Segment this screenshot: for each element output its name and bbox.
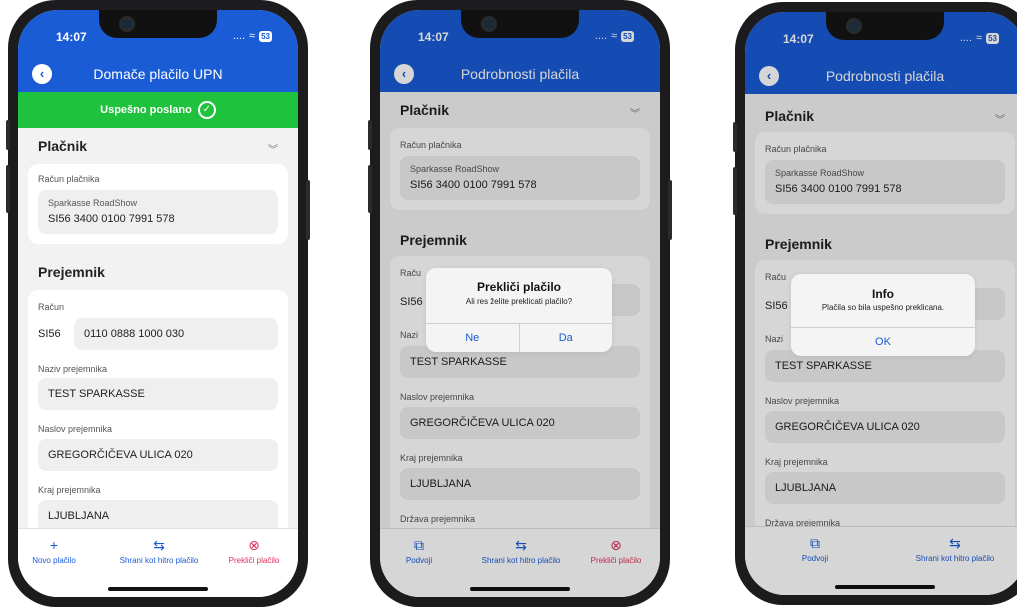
double-chevron-down-icon[interactable]: ︾ xyxy=(268,141,278,156)
cancel-confirm-dialog: Prekliči plačilo Ali res želite preklica… xyxy=(426,268,612,352)
payer-account-field: Sparkasse RoadShow SI56 3400 0100 7991 5… xyxy=(38,190,278,234)
notch xyxy=(826,12,944,40)
recipient-account-field: 0110 0888 1000 030 xyxy=(74,318,278,350)
recipient-name: TEST SPARKASSE xyxy=(48,388,145,400)
recipient-address-label: Naslov prejemnika xyxy=(38,424,113,434)
phone-3: 14:07 .... ≈53 ‹ Podrobnosti plačila Plač… xyxy=(733,2,1017,605)
tab-label: Novo plačilo xyxy=(32,556,76,565)
tab-bar: + Novo plačilo ⇆ Shrani kot hitro plačilo … xyxy=(18,528,298,597)
info-dialog: Info Plačila so bila uspešno preklicana.… xyxy=(791,274,975,356)
swap-arrows-icon: ⇆ xyxy=(153,537,165,553)
dialog-no-button[interactable]: Ne xyxy=(426,324,519,352)
tab-new-payment[interactable]: + Novo plačilo xyxy=(22,537,86,565)
dialog-message: Ali res želite preklicati plačilo? xyxy=(465,297,573,306)
screen-cancel-confirm: 14:07 .... ≈53 ‹ Podrobnosti plačila Plač… xyxy=(380,10,660,597)
notch xyxy=(461,10,579,38)
success-message: Uspešno poslano xyxy=(100,104,192,116)
payer-account-label: Račun plačnika xyxy=(38,174,100,184)
wifi-icon: ≈ xyxy=(249,30,256,42)
nav-bar: ‹ Domače plačilo UPN xyxy=(18,56,298,92)
recipient-account-label: Račun xyxy=(38,302,65,312)
recipient-city-label: Kraj prejemnika xyxy=(38,485,101,495)
recipient-address-field: GREGORČIČEVA ULICA 020 xyxy=(38,439,278,471)
plus-icon: + xyxy=(49,537,59,553)
recipient-account: 0110 0888 1000 030 xyxy=(84,328,185,340)
recipient-address: GREGORČIČEVA ULICA 020 xyxy=(48,449,193,461)
phone-2: 14:07 .... ≈53 ‹ Podrobnosti plačila Plač… xyxy=(368,0,672,607)
tab-save-quick-payment[interactable]: ⇆ Shrani kot hitro plačilo xyxy=(114,537,204,565)
dialog-title: Info xyxy=(872,287,894,301)
status-time: 14:07 xyxy=(56,30,87,44)
tab-label: Prekliči plačilo xyxy=(228,556,280,565)
payer-card: Račun plačnika Sparkasse RoadShow SI56 3… xyxy=(28,164,288,244)
recipient-name-label: Naziv prejemnika xyxy=(38,364,108,374)
tab-label: Shrani kot hitro plačilo xyxy=(119,556,199,565)
notch xyxy=(99,10,217,38)
dialog-title: Prekliči plačilo xyxy=(476,280,562,294)
payer-section-title: Plačnik xyxy=(38,138,88,154)
recipient-card: Račun SI56 0110 0888 1000 030 Naziv prej… xyxy=(28,290,288,550)
dialog-ok-button[interactable]: OK xyxy=(791,328,975,356)
recipient-section-title: Prejemnik xyxy=(38,264,105,280)
tab-cancel-payment[interactable]: ⊗ Prekliči plačilo xyxy=(214,537,294,565)
recipient-name-field: TEST SPARKASSE xyxy=(38,378,278,410)
battery-icon: 53 xyxy=(259,30,272,42)
dialog-message: Plačila so bila uspešno preklicana. xyxy=(821,303,945,312)
payer-iban: SI56 3400 0100 7991 578 xyxy=(48,213,175,225)
dialog-yes-button[interactable]: Da xyxy=(518,324,613,352)
signal-icon: .... xyxy=(232,30,246,42)
recipient-iban-prefix: SI56 xyxy=(38,328,61,340)
screen-payment-sent: 14:07 .... ≈53 ‹ Domače plačilo UPN Uspeš… xyxy=(18,10,298,597)
success-banner: Uspešno poslano ✓ xyxy=(18,92,298,128)
check-circle-icon: ✓ xyxy=(197,101,216,120)
phone-1: 14:07 .... ≈53 ‹ Domače plačilo UPN Uspeš… xyxy=(6,0,310,607)
payer-bank-name: Sparkasse RoadShow xyxy=(48,198,138,208)
page-title: Domače plačilo UPN xyxy=(93,66,223,82)
cancel-circle-icon: ⊗ xyxy=(248,537,260,553)
screen-cancel-info: 14:07 .... ≈53 ‹ Podrobnosti plačila Plač… xyxy=(745,12,1017,595)
recipient-city: LJUBLJANA xyxy=(48,510,110,522)
home-indicator xyxy=(108,587,208,591)
